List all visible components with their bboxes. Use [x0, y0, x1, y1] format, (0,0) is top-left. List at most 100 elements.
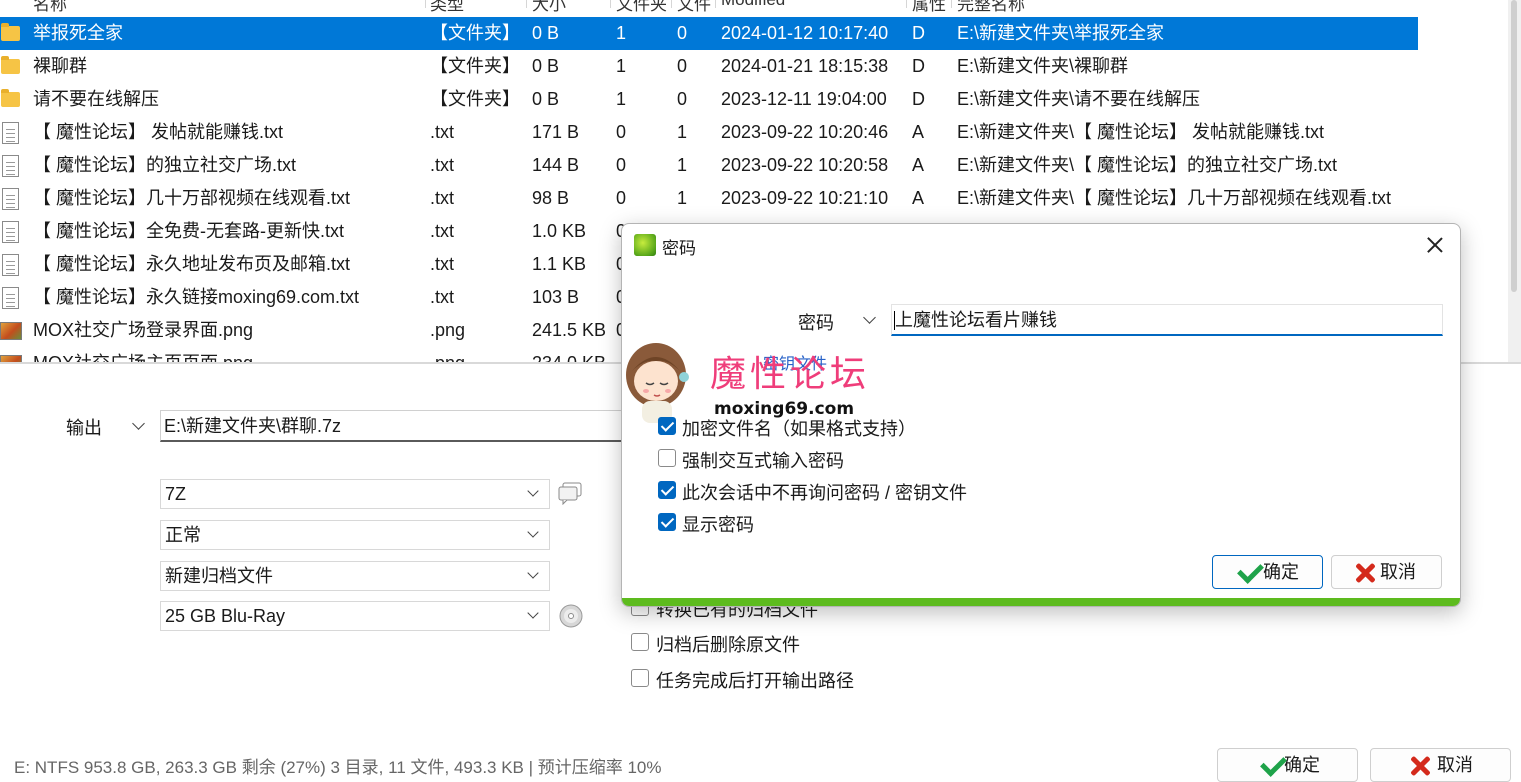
col-divider[interactable] [671, 0, 672, 8]
dialog-option-checkbox[interactable] [658, 481, 676, 499]
dialog-cancel-label: 取消 [1380, 562, 1416, 582]
password-label: 密码 [798, 313, 834, 333]
cell-size: 144 B [532, 155, 580, 175]
cell-name: MOX社交广场登录界面.png [33, 320, 254, 340]
col-divider[interactable] [425, 0, 426, 8]
text-file-icon [0, 182, 22, 215]
check-icon [1237, 557, 1264, 584]
file-row[interactable]: 【 魔性论坛】几十万部视频在线观看.txt .txt 98 B 0 1 2023-09-2… [0, 182, 1418, 215]
vertical-scrollbar[interactable] [1508, 0, 1521, 362]
col-path[interactable]: 完整名称 [957, 0, 1025, 15]
cell-attr: A [912, 188, 925, 208]
password-value: 上魔性论坛看片赚钱 [895, 310, 1057, 330]
close-icon[interactable] [1422, 232, 1448, 258]
file-row[interactable]: 请不要在线解压 【文件夹】 0 B 1 0 2023-12-11 19:04:00 D E:\… [0, 83, 1418, 116]
cell-type: .txt [430, 122, 455, 142]
mascot-avatar [626, 343, 689, 423]
cell-folders: 1 [616, 23, 627, 43]
dialog-cancel-button[interactable]: 取消 [1331, 555, 1442, 589]
password-dialog: 密码 密码 上魔性论坛看片赚钱 密钥文件 魔性论坛 moxing69.com 加… [621, 223, 1461, 607]
update-mode-select[interactable]: 新建归档文件 [160, 561, 550, 591]
cell-attr: A [912, 122, 925, 142]
cell-size: 1.0 KB [532, 221, 587, 241]
cell-modified: 2023-09-22 10:21:10 [721, 188, 889, 208]
cell-files: 1 [677, 155, 688, 175]
app-icon [634, 234, 656, 256]
split-volume-select[interactable]: 25 GB Blu-Ray [160, 601, 550, 631]
folder-icon [0, 17, 22, 50]
watermark-text: 魔性论坛 [710, 354, 871, 395]
text-file-icon [0, 281, 22, 314]
col-divider[interactable] [610, 0, 611, 8]
col-size[interactable]: 大小 [532, 0, 566, 15]
output-history-chevron-icon[interactable] [132, 417, 145, 430]
password-input[interactable]: 上魔性论坛看片赚钱 [891, 304, 1443, 336]
delete-after-label: 归档后删除原文件 [656, 635, 800, 655]
file-row[interactable]: 【 魔性论坛】的独立社交广场.txt .txt 144 B 0 1 2023-09-22 … [0, 149, 1418, 182]
delete-after-checkbox[interactable] [631, 633, 649, 651]
col-name[interactable]: 名称 [33, 0, 67, 15]
image-file-icon [0, 347, 22, 362]
cell-type: .txt [430, 287, 455, 307]
dialog-option-checkbox[interactable] [658, 417, 676, 435]
cell-modified: 2024-01-21 18:15:38 [721, 56, 889, 76]
cancel-x-icon [1409, 755, 1431, 777]
watermark-overlay: 魔性论坛 moxing69.com [622, 337, 888, 425]
cell-files: 0 [677, 23, 688, 43]
dialog-option-label: 此次会话中不再询问密码 / 密钥文件 [682, 483, 968, 503]
cell-size: 171 B [532, 122, 580, 142]
password-history-chevron-icon[interactable] [863, 311, 876, 324]
file-row[interactable]: 举报死全家 【文件夹】 0 B 1 0 2024-01-12 10:17:40 D E:\新建… [0, 17, 1418, 50]
cell-size: 0 B [532, 23, 560, 43]
cell-name: 【 魔性论坛】永久地址发布页及邮箱.txt [33, 254, 351, 274]
level-value: 正常 [165, 525, 201, 545]
cell-size: 1.1 KB [532, 254, 587, 274]
cell-size: 0 B [532, 89, 560, 109]
col-folders[interactable]: 文件夹 [616, 0, 667, 15]
ok-button[interactable]: 确定 [1217, 748, 1358, 782]
cell-attr: D [912, 89, 925, 109]
dialog-option-label: 显示密码 [682, 515, 754, 535]
scrollbar-thumb[interactable] [1511, 0, 1517, 292]
col-attr[interactable]: 属性 [912, 0, 946, 15]
progress-bar-strip [622, 598, 1460, 606]
folder-icon [0, 50, 22, 83]
file-row[interactable]: 【 魔性论坛】 发帖就能赚钱.txt .txt 171 B 0 1 2023-09-22 … [0, 116, 1418, 149]
cancel-button[interactable]: 取消 [1370, 748, 1511, 782]
cell-type: .txt [430, 221, 455, 241]
cell-folders: 0 [616, 122, 627, 142]
chevron-down-icon [527, 485, 539, 497]
column-header[interactable]: 名称 类型 大小 文件夹 文件 Modified 属性 完整名称 [0, 0, 1521, 15]
col-divider[interactable] [526, 0, 527, 8]
cell-modified: 2023-09-22 10:20:46 [721, 122, 889, 142]
col-divider[interactable] [715, 0, 716, 8]
col-divider[interactable] [951, 0, 952, 8]
cell-path: E:\新建文件夹\【 魔性论坛】的独立社交广场.txt [957, 155, 1338, 175]
cell-name: MOX社交广场主页页面.png [33, 347, 253, 362]
cancel-x-icon [1354, 562, 1376, 584]
col-divider[interactable] [906, 0, 907, 8]
cell-name: 【 魔性论坛】几十万部视频在线观看.txt [33, 188, 351, 208]
col-modified[interactable]: Modified [721, 0, 785, 10]
dialog-option-checkbox[interactable] [658, 513, 676, 531]
format-select[interactable]: 7Z [160, 479, 550, 509]
col-files[interactable]: 文件 [677, 0, 711, 15]
comment-icon[interactable] [558, 481, 584, 505]
cell-type: .png [430, 320, 466, 340]
open-output-checkbox[interactable] [631, 669, 649, 687]
cell-path: E:\新建文件夹\举报死全家 [957, 23, 1165, 43]
output-path-input[interactable]: E:\新建文件夹\群聊.7z [160, 410, 630, 442]
file-row[interactable]: 裸聊群 【文件夹】 0 B 1 0 2024-01-21 18:15:38 D E:\新建文件… [0, 50, 1418, 83]
dialog-ok-button[interactable]: 确定 [1212, 555, 1323, 589]
dialog-option-checkbox[interactable] [658, 449, 676, 467]
compression-level-select[interactable]: 正常 [160, 520, 550, 550]
disc-icon[interactable] [559, 604, 583, 628]
cell-modified: 2023-12-11 19:04:00 [721, 89, 887, 109]
chevron-down-icon [527, 567, 539, 579]
cell-name: 【 魔性论坛】 发帖就能赚钱.txt [33, 122, 284, 142]
cell-files: 0 [677, 56, 688, 76]
col-type[interactable]: 类型 [430, 0, 464, 15]
cell-size: 98 B [532, 188, 570, 208]
cell-files: 1 [677, 122, 688, 142]
dialog-option-label: 加密文件名（如果格式支持） [682, 419, 916, 439]
